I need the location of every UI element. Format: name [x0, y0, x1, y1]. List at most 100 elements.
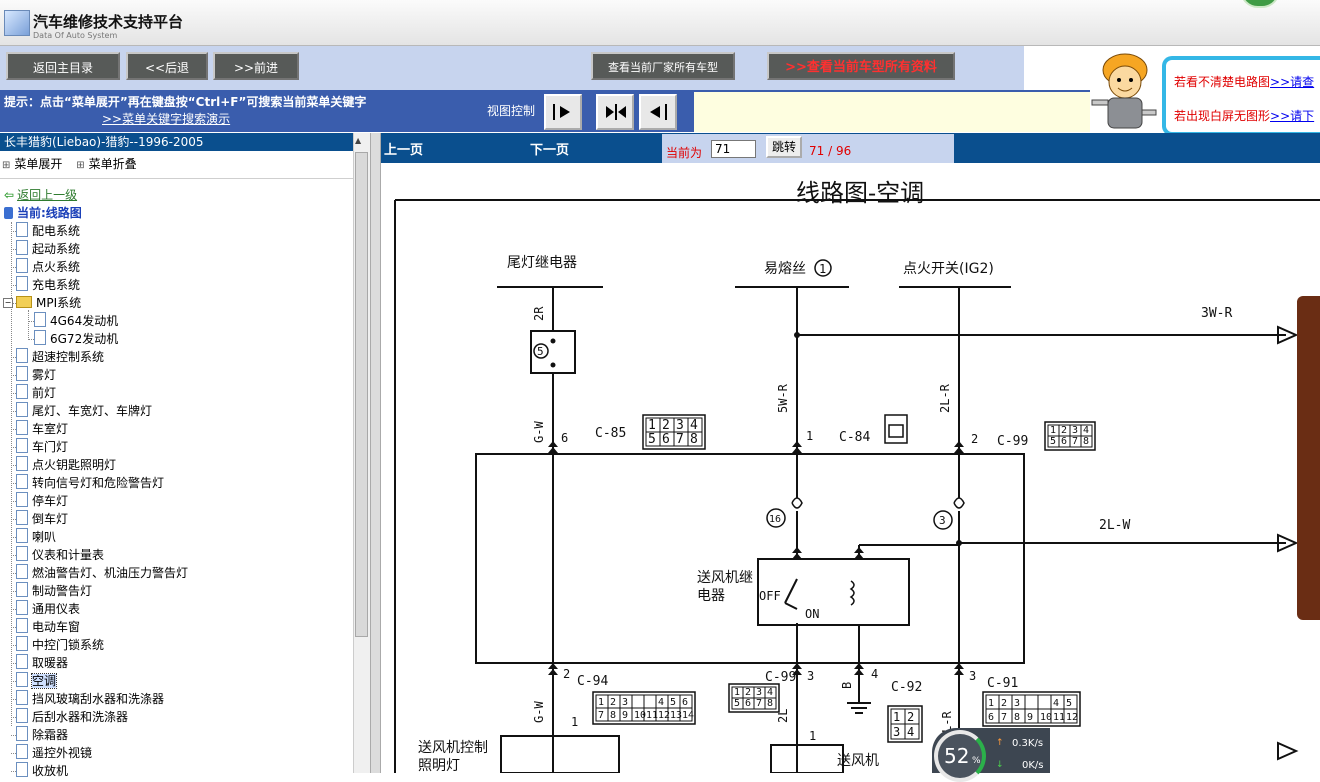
sidebar-item[interactable]: 雾灯: [16, 366, 56, 384]
home-button[interactable]: 返回主目录: [6, 52, 120, 80]
pin-number: 10: [1040, 712, 1052, 723]
menu-collapse-button[interactable]: 菜单折叠: [76, 155, 137, 172]
sidebar-subitem[interactable]: 6G72发动机: [34, 330, 118, 348]
page-icon: [16, 474, 28, 489]
sidebar-item[interactable]: 尾灯、车宽灯、车牌灯: [16, 402, 152, 420]
scroll-up-icon[interactable]: ▲: [355, 136, 361, 145]
sidebar-item[interactable]: 制动警告灯: [16, 582, 92, 600]
view-expand-left-button[interactable]: [639, 94, 677, 130]
sidebar-item-label: 燃油警告灯、机油压力警告灯: [32, 566, 189, 580]
sidebar-item[interactable]: 前灯: [16, 384, 56, 402]
sidebar-item[interactable]: 通用仪表: [16, 600, 80, 618]
sidebar-back-item[interactable]: ⇦ 返回上一级: [4, 186, 77, 204]
sidebar-item-label: 收放机: [32, 764, 69, 778]
tree-connector: [11, 285, 16, 286]
app-logo-icon: [4, 10, 30, 36]
sidebar-item[interactable]: 配电系统: [16, 222, 80, 240]
notice-box: [1162, 56, 1320, 136]
panel-splitter[interactable]: [370, 133, 381, 773]
pin-number: 12: [1066, 712, 1078, 723]
sidebar-item[interactable]: 挡风玻璃刮水器和洗涤器: [16, 690, 164, 708]
sidebar-item-label: 点火系统: [32, 260, 81, 274]
sidebar-item[interactable]: 停车灯: [16, 492, 68, 510]
sidebar-item[interactable]: 倒车灯: [16, 510, 68, 528]
all-docs-button[interactable]: >>查看当前车型所有资料: [767, 52, 955, 80]
sidebar-item-label: 充电系统: [32, 278, 81, 292]
tree-connector: [11, 699, 16, 700]
wire-5w-r: 5W-R: [776, 383, 790, 413]
sidebar-item[interactable]: 中控门锁系统: [16, 636, 104, 654]
sidebar-item[interactable]: 车室灯: [16, 420, 68, 438]
sidebar-item[interactable]: 收放机: [16, 762, 68, 780]
sidebar-item[interactable]: 点火系统: [16, 258, 80, 276]
view-expand-right-button[interactable]: [544, 94, 582, 130]
page-icon: [16, 708, 28, 723]
sidebar-item[interactable]: 除霜器: [16, 726, 68, 744]
notice-link-1[interactable]: >>请查: [1270, 75, 1314, 89]
forward-button[interactable]: >>前进: [213, 52, 299, 80]
sidebar-item[interactable]: 后刮水器和洗涤器: [16, 708, 128, 726]
all-models-button[interactable]: 查看当前厂家所有车型: [591, 52, 735, 80]
sidebar-item[interactable]: 充电系统: [16, 276, 80, 294]
conn-c84: C-84: [839, 430, 870, 445]
sidebar-folder[interactable]: MPI系统: [16, 294, 81, 312]
collapse-toggle-icon[interactable]: −: [3, 298, 13, 308]
notice-link-2[interactable]: >>请下: [1270, 109, 1314, 123]
wire-3w-r: 3W-R: [1201, 306, 1232, 321]
tree-guide-sub: [28, 310, 29, 340]
page-icon: [16, 456, 28, 471]
jump-button[interactable]: 跳转: [766, 136, 802, 158]
sidebar-item[interactable]: 仪表和计量表: [16, 546, 104, 564]
pin-number: 1: [598, 697, 604, 708]
page-icon: [16, 438, 28, 453]
sidebar-item-label: 点火钥匙照明灯: [32, 458, 117, 472]
sidebar-item[interactable]: 超速控制系统: [16, 348, 104, 366]
pin-number: 8: [1083, 436, 1089, 447]
fuse-16: 16: [769, 514, 781, 525]
sidebar-item[interactable]: 起动系统: [16, 240, 80, 258]
search-demo-link[interactable]: >>菜单关键字搜索演示: [102, 110, 230, 127]
pin-number: 7: [1072, 436, 1078, 447]
sidebar-item-label: 除霜器: [32, 728, 69, 742]
menu-expand-button[interactable]: 菜单展开: [2, 155, 62, 172]
sidebar-item[interactable]: 燃油警告灯、机油压力警告灯: [16, 564, 188, 582]
sidebar-item[interactable]: 遥控外视镜: [16, 744, 92, 762]
sidebar-item-label: 起动系统: [32, 242, 81, 256]
tree-connector: [11, 537, 16, 538]
next-page-link[interactable]: 下一页: [530, 139, 569, 158]
pin-number: 2: [1061, 425, 1067, 436]
sidebar-item[interactable]: 空调: [16, 672, 58, 690]
page-icon: [16, 690, 28, 705]
connector-c91: 1 2 3 4 56 7 8 9 10 11 12: [982, 691, 1081, 727]
back-button[interactable]: <<后退: [126, 52, 208, 80]
conn-c99b: C-99: [765, 670, 796, 685]
page-icon: [34, 312, 46, 327]
view-split-button[interactable]: [596, 94, 634, 130]
pin-number: 3: [893, 725, 900, 739]
tree-connector: [11, 663, 16, 664]
sidebar-subitem[interactable]: 4G64发动机: [34, 312, 118, 330]
sidebar-item[interactable]: 转向信号灯和危险警告灯: [16, 474, 164, 492]
page-icon: [16, 654, 28, 669]
side-widget[interactable]: [1297, 296, 1320, 620]
sidebar-item[interactable]: 电动车窗: [16, 618, 80, 636]
sidebar-item[interactable]: 点火钥匙照明灯: [16, 456, 116, 474]
page-icon: [16, 528, 28, 543]
prev-page-link[interactable]: 上一页: [384, 139, 423, 158]
page-icon: [16, 762, 28, 777]
scrollbar-thumb[interactable]: [355, 152, 368, 637]
tree-connector: [11, 501, 16, 502]
sidebar-item[interactable]: 取暖器: [16, 654, 68, 672]
sidebar-item[interactable]: 车门灯: [16, 438, 68, 456]
pin-number: 3: [622, 697, 628, 708]
page-number-input[interactable]: [711, 140, 756, 158]
sidebar-back-label: 返回上一级: [17, 188, 78, 202]
pin-3b: 3: [969, 669, 976, 683]
sidebar-item[interactable]: 喇叭: [16, 528, 56, 546]
breadcrumb: 长丰猎豹(Liebao)-猎豹--1996-2005: [0, 133, 353, 151]
sidebar-item-label: 取暖器: [32, 656, 69, 670]
pin-number: 4: [767, 687, 773, 698]
sidebar-item-label: 空调: [30, 673, 58, 689]
usage-percent: 52: [944, 744, 970, 768]
pin-number: 6: [662, 432, 670, 447]
